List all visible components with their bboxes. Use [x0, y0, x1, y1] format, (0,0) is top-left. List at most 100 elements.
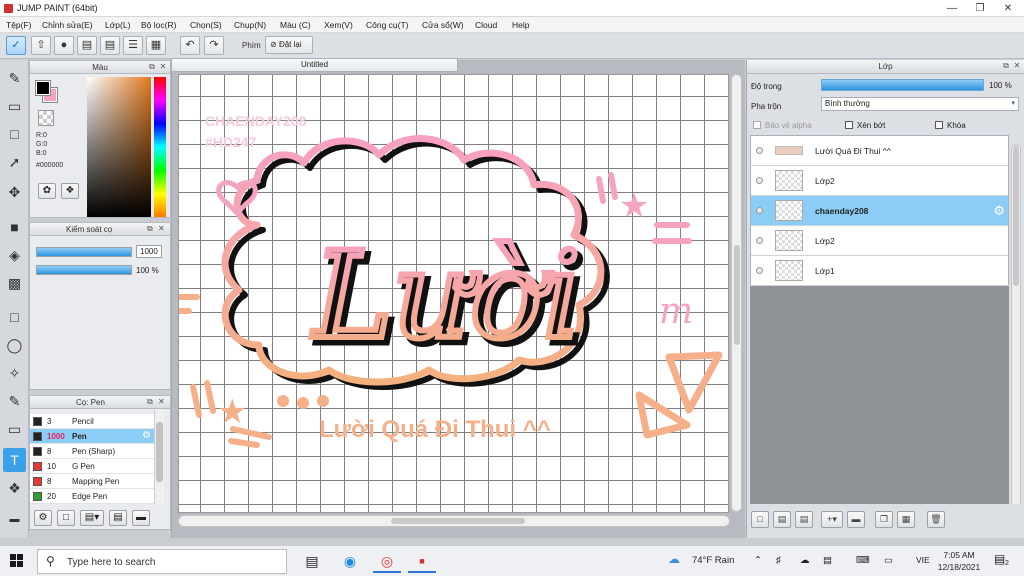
- grid-icon[interactable]: ▦: [146, 36, 166, 55]
- palette-icon[interactable]: ✿: [38, 183, 56, 199]
- pen-item[interactable]: 3 Pencil: [30, 414, 154, 429]
- canvas-h-scrollbar[interactable]: [178, 515, 730, 527]
- visibility-icon[interactable]: [756, 237, 763, 244]
- magic-wand-tool-icon[interactable]: ✧: [3, 361, 26, 385]
- share-icon[interactable]: ⇧: [31, 36, 51, 55]
- weather-text[interactable]: 74°F Rain: [692, 555, 734, 566]
- brush-settings-icon[interactable]: ⚙: [34, 510, 52, 526]
- close-panel-icon[interactable]: ✕: [158, 62, 168, 72]
- menu-tools[interactable]: Công cụ(T): [366, 20, 409, 30]
- layer-row[interactable]: Lớp1: [751, 256, 1008, 286]
- menu-color[interactable]: Màu (C): [280, 20, 311, 30]
- pen-item[interactable]: 8 Pen (Sharp): [30, 444, 154, 459]
- gear-icon[interactable]: ⚙: [142, 430, 151, 441]
- check-icon[interactable]: ✓: [6, 36, 26, 55]
- close-panel-icon[interactable]: ✕: [1012, 61, 1022, 71]
- close-panel-icon[interactable]: ✕: [158, 224, 168, 234]
- layer-row[interactable]: Lớp2: [751, 226, 1008, 256]
- display-icon[interactable]: ▭: [884, 555, 893, 566]
- menu-capture[interactable]: Chụp(N): [234, 20, 266, 30]
- foreground-color-swatch[interactable]: [35, 80, 51, 96]
- brush-size-slider[interactable]: [36, 247, 132, 257]
- eraser-tool-icon[interactable]: ▭: [3, 94, 26, 118]
- menu-cloud[interactable]: Cloud: [475, 20, 497, 30]
- duplicate-layer-icon[interactable]: ❐: [875, 511, 893, 528]
- taskbar-search[interactable]: ⚲ Type here to search: [37, 549, 287, 574]
- weather-icon[interactable]: ☁: [668, 552, 680, 566]
- undock-icon[interactable]: ⧉: [147, 397, 157, 407]
- select-pen-tool-icon[interactable]: ✎: [3, 389, 26, 413]
- new-layer-icon[interactable]: □: [751, 511, 769, 528]
- pen-item[interactable]: 1000 Pen ⚙: [30, 429, 154, 444]
- list-icon[interactable]: ☰: [123, 36, 143, 55]
- restore-icon[interactable]: ❐: [966, 1, 994, 16]
- pen-item[interactable]: 10 G Pen: [30, 459, 154, 474]
- redo-icon[interactable]: ↷: [204, 36, 224, 55]
- brush-menu-icon[interactable]: ▤▾: [80, 510, 104, 526]
- message-icon[interactable]: ▤: [77, 36, 97, 55]
- pen-item[interactable]: 8 Mapping Pen: [30, 474, 154, 489]
- color-picker-icon[interactable]: ❖: [61, 183, 79, 199]
- brush-size-input[interactable]: 1000: [136, 245, 162, 258]
- chevron-up-icon[interactable]: ⌃: [754, 555, 762, 566]
- chrome-browser-icon[interactable]: ◎: [373, 550, 401, 573]
- comment-icon[interactable]: ●: [54, 36, 74, 55]
- network-icon[interactable]: ▤: [823, 555, 832, 566]
- gradient-tool-icon[interactable]: ▩: [3, 271, 26, 295]
- copy-brush-icon[interactable]: ▤: [109, 510, 127, 526]
- pen-item[interactable]: 20 Edge Pen: [30, 489, 154, 504]
- menu-window[interactable]: Cửa sổ(W): [422, 20, 464, 30]
- menu-file[interactable]: Tệp(F): [6, 20, 32, 30]
- input-language[interactable]: VIE: [916, 555, 930, 565]
- edge-browser-icon[interactable]: ◉: [336, 550, 364, 573]
- lock-checkbox[interactable]: Khóa: [935, 121, 966, 130]
- menu-select[interactable]: Chọn(S): [190, 20, 222, 30]
- merge-layer-icon[interactable]: ▦: [897, 511, 915, 528]
- menu-filter[interactable]: Bộ lọc(R): [141, 20, 176, 30]
- visibility-icon[interactable]: [756, 267, 763, 274]
- add-layer-menu-icon[interactable]: +▾: [821, 511, 843, 528]
- pen-list-scrollbar[interactable]: [154, 410, 164, 504]
- transparent-color-swatch[interactable]: [38, 110, 54, 126]
- hue-slider[interactable]: [154, 77, 166, 217]
- dropper-tool-icon[interactable]: ❖: [3, 476, 26, 500]
- undock-icon[interactable]: ⧉: [147, 62, 157, 72]
- folder-icon[interactable]: ▬: [132, 510, 150, 526]
- fill-rect-tool-icon[interactable]: ■: [3, 215, 26, 239]
- brush-opacity-slider[interactable]: [36, 265, 132, 275]
- visibility-icon[interactable]: [756, 207, 763, 214]
- close-panel-icon[interactable]: ✕: [158, 397, 168, 407]
- lasso-tool-icon[interactable]: ◯: [3, 333, 26, 357]
- layer-folder-icon[interactable]: ▬: [847, 511, 865, 528]
- menu-help[interactable]: Help: [512, 20, 529, 30]
- text-tool-icon[interactable]: T: [3, 448, 26, 472]
- volume-icon[interactable]: ♯: [776, 555, 781, 566]
- system-clock[interactable]: 7:05 AM 12/18/2021: [934, 549, 984, 573]
- layer-row[interactable]: Lớp2: [751, 166, 1008, 196]
- export-layer-icon[interactable]: ▤: [795, 511, 813, 528]
- task-view-icon[interactable]: ▤: [298, 550, 326, 573]
- rect-tool-icon[interactable]: □: [3, 122, 26, 146]
- visibility-icon[interactable]: [756, 147, 763, 154]
- saturation-value-picker[interactable]: [87, 77, 151, 217]
- menu-edit[interactable]: Chỉnh sửa(E): [42, 20, 93, 30]
- visibility-icon[interactable]: [756, 177, 763, 184]
- cloud-icon[interactable]: ☁: [800, 555, 810, 566]
- menu-layer[interactable]: Lớp(L): [105, 20, 130, 30]
- line-tool-icon[interactable]: ➚: [3, 150, 26, 174]
- undock-icon[interactable]: ⧉: [1001, 61, 1011, 71]
- brush-tool-icon[interactable]: ✎: [3, 66, 26, 90]
- move-tool-icon[interactable]: ✥: [3, 180, 26, 204]
- drawing-canvas[interactable]: CHAENDAY208 #HD247 Lười Lười ★ m ★ Lười …: [178, 74, 729, 513]
- layer-scrollbar[interactable]: [1011, 144, 1021, 526]
- undock-icon[interactable]: ⧉: [147, 224, 157, 234]
- layer-row[interactable]: chaenday208 ⚙: [751, 196, 1008, 226]
- select-eraser-tool-icon[interactable]: ▭: [3, 417, 26, 441]
- jump-paint-app-icon[interactable]: ■: [408, 550, 436, 573]
- select-rect-tool-icon[interactable]: □: [3, 305, 26, 329]
- close-icon[interactable]: ✕: [994, 1, 1022, 16]
- layer-row[interactable]: Lười Quá Đi Thui ^^: [751, 136, 1008, 166]
- reset-button[interactable]: ⊘ Đặt lại: [265, 36, 313, 54]
- layer-opacity-slider[interactable]: [821, 79, 984, 91]
- notification-icon[interactable]: ▤: [994, 552, 1005, 566]
